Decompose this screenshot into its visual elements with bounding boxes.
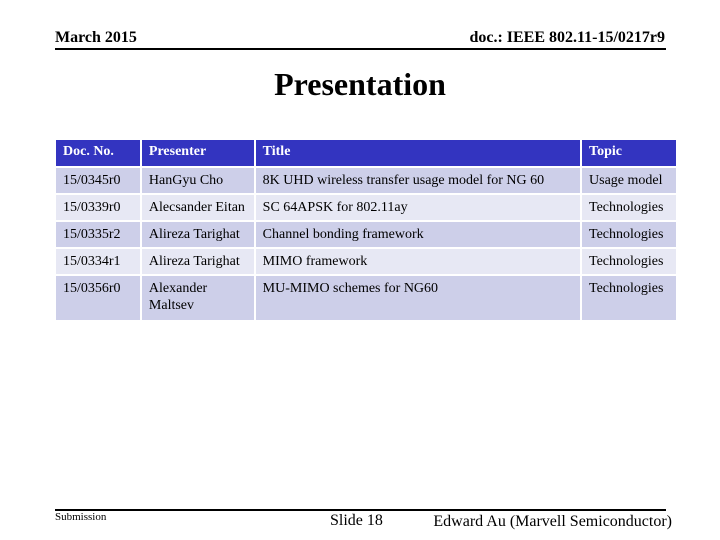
header-date: March 2015 xyxy=(55,29,137,46)
cell-topic: Technologies xyxy=(582,276,676,320)
table-header-row: Doc. No. Presenter Title Topic xyxy=(56,140,676,166)
cell-topic: Technologies xyxy=(582,222,676,247)
presentation-table: Doc. No. Presenter Title Topic 15/0345r0… xyxy=(54,138,678,322)
footer-slide-number: Slide 18 xyxy=(330,512,383,529)
cell-doc-no: 15/0339r0 xyxy=(56,195,140,220)
cell-presenter: Alecsander Eitan xyxy=(141,195,254,220)
cell-doc-no: 15/0335r2 xyxy=(56,222,140,247)
footer-submission: Submission xyxy=(55,511,107,523)
table-row: 15/0345r0 HanGyu Cho 8K UHD wireless tra… xyxy=(56,168,676,193)
header-divider xyxy=(55,48,666,50)
slide-title: Presentation xyxy=(274,66,446,102)
cell-doc-no: 15/0334r1 xyxy=(56,249,140,274)
column-header-title: Title xyxy=(255,140,581,166)
table-row: 15/0356r0 Alexander Maltsev MU-MIMO sche… xyxy=(56,276,676,320)
footer-author: Edward Au (Marvell Semiconductor) xyxy=(433,513,672,530)
cell-presenter: Alireza Tarighat xyxy=(141,222,254,247)
cell-presenter: Alireza Tarighat xyxy=(141,249,254,274)
table-row: 15/0334r1 Alireza Tarighat MIMO framewor… xyxy=(56,249,676,274)
cell-doc-no: 15/0356r0 xyxy=(56,276,140,320)
cell-title: MU-MIMO schemes for NG60 xyxy=(255,276,581,320)
header-doc-id: doc.: IEEE 802.11-15/0217r9 xyxy=(469,29,665,46)
table-row: 15/0335r2 Alireza Tarighat Channel bondi… xyxy=(56,222,676,247)
cell-title: 8K UHD wireless transfer usage model for… xyxy=(255,168,581,193)
column-header-doc-no: Doc. No. xyxy=(56,140,140,166)
cell-title: Channel bonding framework xyxy=(255,222,581,247)
cell-topic: Usage model xyxy=(582,168,676,193)
cell-title: MIMO framework xyxy=(255,249,581,274)
cell-doc-no: 15/0345r0 xyxy=(56,168,140,193)
cell-topic: Technologies xyxy=(582,249,676,274)
cell-presenter: HanGyu Cho xyxy=(141,168,254,193)
column-header-presenter: Presenter xyxy=(141,140,254,166)
column-header-topic: Topic xyxy=(582,140,676,166)
cell-presenter: Alexander Maltsev xyxy=(141,276,254,320)
cell-title: SC 64APSK for 802.11ay xyxy=(255,195,581,220)
cell-topic: Technologies xyxy=(582,195,676,220)
table-row: 15/0339r0 Alecsander Eitan SC 64APSK for… xyxy=(56,195,676,220)
